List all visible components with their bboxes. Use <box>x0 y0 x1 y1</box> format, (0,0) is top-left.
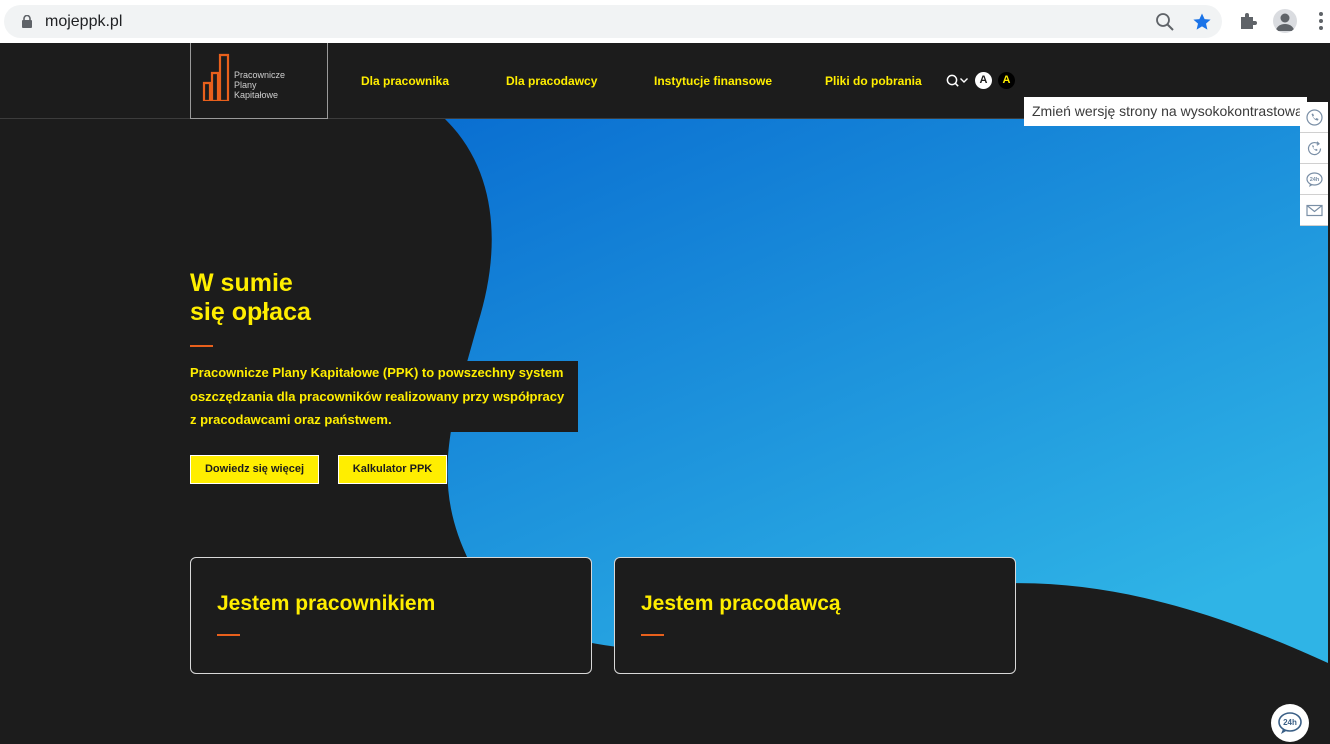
address-bar[interactable]: mojeppk.pl <box>4 5 1222 38</box>
hero-underline <box>190 345 213 347</box>
side-phone-button[interactable] <box>1300 102 1328 133</box>
browser-toolbar: mojeppk.pl <box>0 0 1330 43</box>
bookmark-star-icon[interactable] <box>1192 12 1212 32</box>
employer-card-title: Jestem pracodawcą <box>641 592 841 615</box>
nav-dla-pracodawcy[interactable]: Dla pracodawcy <box>506 74 597 88</box>
logo-line-2: Plany <box>234 80 257 90</box>
hero-description: Pracownicze Plany Kapitałowe (PPK) to po… <box>190 365 565 427</box>
contrast-normal-button[interactable]: A <box>975 72 992 89</box>
side-mail-button[interactable] <box>1300 195 1328 226</box>
employer-card-underline <box>641 634 664 636</box>
ppk-calculator-button[interactable]: Kalkulator PPK <box>338 455 447 484</box>
profile-icon[interactable] <box>1273 9 1297 33</box>
nav-instytucje-finansowe[interactable]: Instytucje finansowe <box>654 74 772 88</box>
nav-pliki-do-pobrania[interactable]: Pliki do pobrania <box>825 74 922 88</box>
chat-widget-label: 24h <box>1283 718 1297 727</box>
phone-icon <box>1306 109 1323 126</box>
hero-title: W sumie się opłaca <box>190 269 311 327</box>
employee-card-title: Jestem pracownikiem <box>217 592 436 615</box>
mail-icon <box>1306 204 1323 217</box>
menu-icon[interactable] <box>1318 11 1324 31</box>
logo-line-1: Pracownicze <box>234 70 286 80</box>
svg-text:24h: 24h <box>1310 177 1320 183</box>
hero-title-line-1: W sumie <box>190 269 293 297</box>
employee-card[interactable]: Jestem pracownikiem <box>190 557 592 674</box>
url-text[interactable]: mojeppk.pl <box>45 13 122 31</box>
extensions-icon[interactable] <box>1238 11 1258 31</box>
logo-line-3: Kapitałowe <box>234 90 279 100</box>
employer-card[interactable]: Jestem pracodawcą <box>614 557 1016 674</box>
zoom-icon[interactable] <box>1155 12 1175 32</box>
logo-text: Pracownicze Plany Kapitałowe <box>234 70 285 100</box>
website: Pracownicze Plany Kapitałowe Dla pracown… <box>0 43 1328 744</box>
hero-title-line-2: się opłaca <box>190 298 311 326</box>
lock-icon <box>22 15 32 28</box>
nav-dla-pracownika[interactable]: Dla pracownika <box>361 74 449 88</box>
learn-more-button[interactable]: Dowiedz się więcej <box>190 455 319 484</box>
side-contact-panel: 24h <box>1300 102 1328 226</box>
chat-24h-icon: 24h <box>1306 172 1323 187</box>
logo-bars-icon <box>202 53 230 101</box>
search-icon[interactable] <box>946 74 970 88</box>
side-chat-button[interactable]: 24h <box>1300 164 1328 195</box>
chat-widget[interactable]: 24h <box>1271 704 1309 742</box>
employee-card-underline <box>217 634 240 636</box>
contrast-high-button[interactable]: A <box>998 72 1015 89</box>
site-logo[interactable]: Pracownicze Plany Kapitałowe <box>190 43 328 119</box>
callback-icon <box>1307 141 1322 156</box>
chat-24h-widget-icon: 24h <box>1278 712 1302 734</box>
side-callback-button[interactable] <box>1300 133 1328 164</box>
contrast-tooltip: Zmień wersję strony na wysokokontrastową <box>1024 97 1307 126</box>
